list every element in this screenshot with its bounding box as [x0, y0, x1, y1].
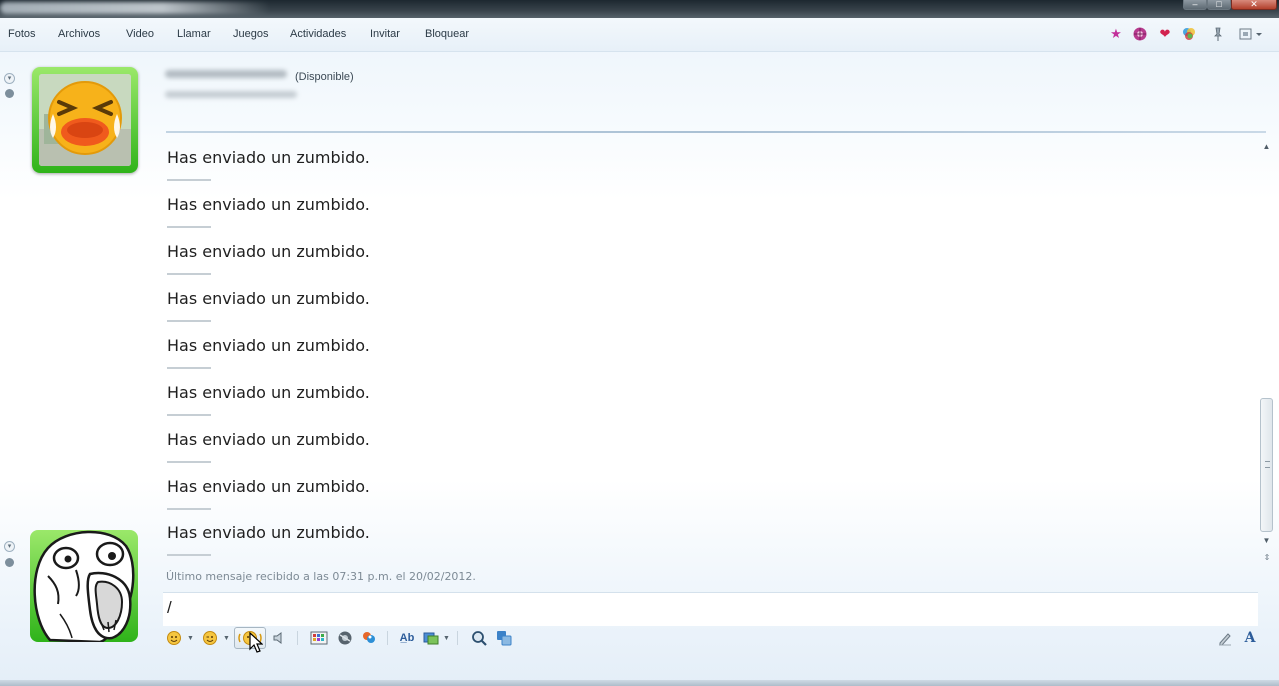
- background-icon[interactable]: [423, 630, 439, 646]
- message-7: Has enviado un zumbido.: [167, 430, 370, 449]
- contact-status: (Disponible): [295, 71, 354, 83]
- activity-icon[interactable]: [361, 630, 377, 646]
- message-separator: [167, 179, 211, 181]
- window-bottom-border: [0, 680, 1279, 686]
- games-icon[interactable]: [337, 630, 353, 646]
- webcam-icon[interactable]: [5, 89, 14, 98]
- minimize-button[interactable]: –: [1183, 0, 1207, 10]
- contact-message-blurred: [165, 91, 297, 98]
- self-avatar[interactable]: [30, 530, 138, 644]
- gallery-icon[interactable]: [310, 630, 328, 646]
- heart-icon[interactable]: ❤: [1157, 26, 1173, 42]
- menu-item-archivos[interactable]: Archivos: [58, 28, 100, 40]
- message-separator: [167, 320, 211, 322]
- wink-dropdown-arrow[interactable]: ▼: [223, 635, 230, 642]
- message-6: Has enviado un zumbido.: [167, 383, 370, 402]
- handwriting-icon[interactable]: [1217, 630, 1233, 646]
- message-separator: [167, 226, 211, 228]
- message-4: Has enviado un zumbido.: [167, 289, 370, 308]
- message-separator: [167, 508, 211, 510]
- font-icon[interactable]: A: [1242, 630, 1258, 646]
- toolbar-separator: [297, 631, 298, 645]
- menu-item-invitar[interactable]: Invitar: [370, 28, 400, 40]
- format-toolbar: ▼ ▼ A̲b ▼ A: [160, 626, 1270, 650]
- conversation-scrollbar[interactable]: ▲ ▼: [1259, 140, 1274, 550]
- toolbar-separator: [387, 631, 388, 645]
- message-input-value: /: [167, 598, 172, 617]
- message-separator: [167, 367, 211, 369]
- mouse-pointer-icon: [249, 632, 263, 653]
- message-3: Has enviado un zumbido.: [167, 242, 370, 261]
- crying-emoticon-picture: [39, 74, 131, 166]
- collapse-contact-pane-arrow[interactable]: ▾: [4, 73, 15, 84]
- window-title-blurred: [0, 2, 270, 14]
- contact-avatar[interactable]: [32, 67, 138, 173]
- voice-clip-icon[interactable]: [271, 630, 287, 646]
- menu-item-juegos[interactable]: Juegos: [233, 28, 268, 40]
- emoticon-dropdown-arrow[interactable]: ▼: [187, 635, 194, 642]
- menu-item-llamar[interactable]: Llamar: [177, 28, 211, 40]
- star-icon[interactable]: ★: [1108, 26, 1124, 42]
- scroll-down-arrow[interactable]: ▼: [1261, 536, 1272, 546]
- menu-item-actividades[interactable]: Actividades: [290, 28, 346, 40]
- message-separator: [167, 554, 211, 556]
- globe-icon[interactable]: [1132, 26, 1148, 42]
- maximize-button[interactable]: □: [1207, 0, 1231, 10]
- wink-icon[interactable]: [202, 630, 218, 646]
- collapse-self-pane-arrow[interactable]: ▾: [4, 541, 15, 552]
- title-bar: – □ ✕: [0, 0, 1279, 18]
- lol-face-picture: [33, 530, 135, 644]
- menu-item-fotos[interactable]: Fotos: [8, 28, 36, 40]
- scroll-up-arrow[interactable]: ▲: [1261, 142, 1272, 152]
- pin-icon[interactable]: [1210, 26, 1226, 42]
- pane-resize-handle[interactable]: ⇕: [1262, 553, 1272, 563]
- message-2: Has enviado un zumbido.: [167, 195, 370, 214]
- message-separator: [167, 461, 211, 463]
- background-dropdown-arrow[interactable]: ▼: [443, 635, 450, 642]
- message-1: Has enviado un zumbido.: [167, 148, 370, 167]
- menu-bar: Fotos Archivos Video Llamar Juegos Activ…: [0, 18, 1279, 52]
- header-divider: [166, 131, 1266, 133]
- self-webcam-icon[interactable]: [5, 558, 14, 567]
- message-9: Has enviado un zumbido.: [167, 523, 370, 542]
- font-size-icon[interactable]: A̲b: [398, 630, 416, 646]
- scroll-thumb[interactable]: [1260, 398, 1273, 532]
- message-input[interactable]: [163, 592, 1258, 626]
- flower-icon[interactable]: [1181, 26, 1197, 42]
- message-8: Has enviado un zumbido.: [167, 477, 370, 496]
- message-separator: [167, 273, 211, 275]
- search-icon[interactable]: [471, 630, 487, 646]
- contact-name-blurred: [165, 70, 287, 78]
- toolbar-separator: [457, 631, 458, 645]
- layout-icon[interactable]: [1238, 26, 1264, 42]
- translate-icon[interactable]: [496, 630, 512, 646]
- close-button[interactable]: ✕: [1231, 0, 1277, 10]
- menu-item-bloquear[interactable]: Bloquear: [425, 28, 469, 40]
- emoticon-icon[interactable]: [166, 630, 182, 646]
- last-message-info: Último mensaje recibido a las 07:31 p.m.…: [166, 570, 476, 583]
- menu-item-video[interactable]: Video: [126, 28, 154, 40]
- message-separator: [167, 414, 211, 416]
- messenger-window: – □ ✕ Fotos Archivos Video Llamar Juegos…: [0, 0, 1279, 686]
- message-5: Has enviado un zumbido.: [167, 336, 370, 355]
